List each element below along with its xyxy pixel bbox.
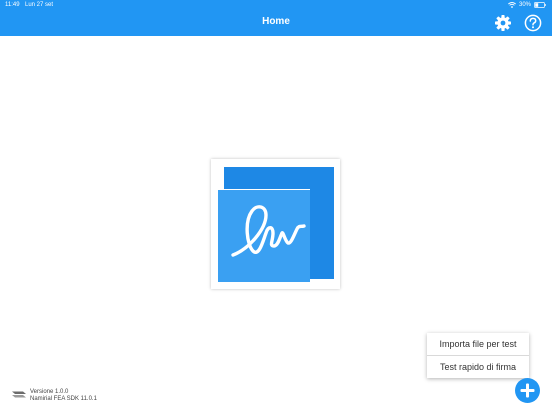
status-date: Lun 27 set bbox=[25, 2, 54, 8]
battery-percent: 30% bbox=[518, 2, 531, 8]
wifi-icon bbox=[508, 2, 516, 8]
menu-item-quick-sign-test[interactable]: Test rapido di firma bbox=[427, 356, 529, 378]
fab-popup-menu: Importa file per test Test rapido di fir… bbox=[427, 333, 529, 378]
status-indicators: 30% bbox=[508, 2, 546, 8]
status-time: 11:49 bbox=[5, 2, 20, 8]
sdk-version: Namirial FEA SDK 11.0.1 bbox=[30, 396, 97, 402]
namirial-logo-icon bbox=[12, 391, 26, 398]
status-bar: 11:49 Lun 27 set 30% bbox=[0, 0, 552, 12]
version-info: Versione 1.0.0 Namirial FEA SDK 11.0.1 bbox=[12, 389, 97, 403]
app-version: Versione 1.0.0 bbox=[30, 389, 69, 395]
home-screen: 11:49 Lun 27 set 30% Home Importa file p… bbox=[0, 0, 552, 414]
signature-logo-icon bbox=[218, 167, 334, 282]
app-logo bbox=[211, 159, 340, 289]
plus-icon bbox=[520, 383, 535, 398]
add-fab-button[interactable] bbox=[515, 378, 540, 403]
help-icon[interactable] bbox=[524, 14, 542, 32]
battery-icon bbox=[534, 2, 546, 8]
page-title: Home bbox=[262, 16, 290, 27]
version-text: Versione 1.0.0 Namirial FEA SDK 11.0.1 bbox=[30, 389, 97, 403]
top-bar: 11:49 Lun 27 set 30% Home bbox=[0, 0, 552, 36]
menu-item-import-test-file[interactable]: Importa file per test bbox=[427, 333, 529, 355]
gear-icon[interactable] bbox=[494, 14, 512, 32]
